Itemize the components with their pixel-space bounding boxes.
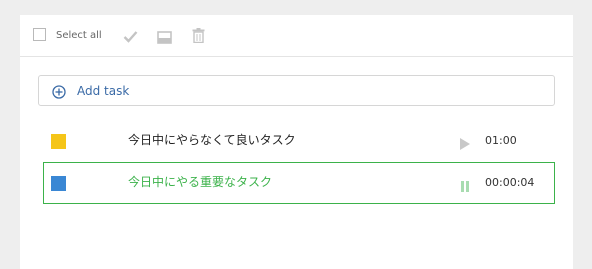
play-icon[interactable] xyxy=(460,135,470,154)
add-task-label: Add task xyxy=(77,84,130,98)
task-row-active[interactable]: 今日中にやる重要なタスク 00:00:04 xyxy=(43,162,555,204)
check-icon[interactable] xyxy=(123,28,138,47)
plus-circle-icon xyxy=(52,84,66,103)
toolbar: Select all xyxy=(20,15,573,57)
task-time: 01:00 xyxy=(485,134,517,147)
select-all-checkbox[interactable] xyxy=(33,28,46,41)
task-row[interactable]: 今日中にやらなくて良いタスク 01:00 xyxy=(43,120,555,162)
select-all-label[interactable]: Select all xyxy=(56,29,102,43)
trash-icon[interactable] xyxy=(192,28,205,47)
archive-icon[interactable] xyxy=(157,29,172,48)
task-title: 今日中にやる重要なタスク xyxy=(128,175,273,189)
task-color-swatch xyxy=(51,176,66,191)
pause-icon[interactable] xyxy=(461,177,469,196)
task-title: 今日中にやらなくて良いタスク xyxy=(128,133,296,147)
task-time: 00:00:04 xyxy=(485,176,535,189)
task-panel: Select all Add task 今日中にやらなくて良いタスク 01:00… xyxy=(20,15,573,269)
task-color-swatch xyxy=(51,134,66,149)
add-task-button[interactable]: Add task xyxy=(38,75,555,106)
